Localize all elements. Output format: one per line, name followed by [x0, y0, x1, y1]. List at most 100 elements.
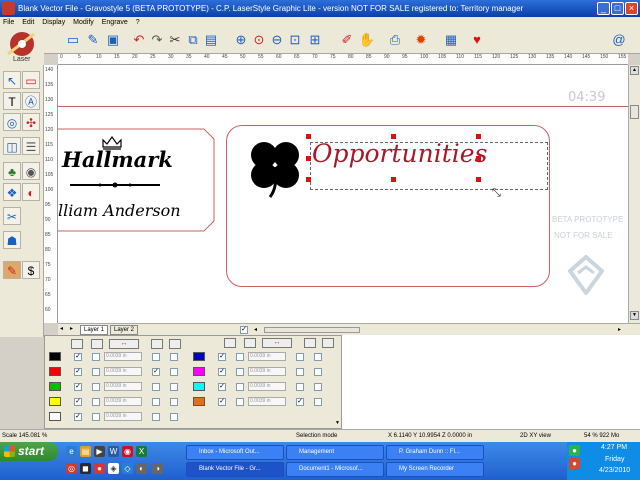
- drawing-canvas[interactable]: 04:39 Hallmark lliam Anderson Opportunit…: [58, 65, 628, 323]
- pen-checkbox[interactable]: [152, 398, 160, 406]
- pen-checkbox[interactable]: ✓: [74, 368, 82, 376]
- rectangle-tool-icon[interactable]: ▭: [22, 71, 40, 89]
- selection-handle[interactable]: [476, 177, 481, 182]
- selection-handle[interactable]: [391, 134, 396, 139]
- layer-next-icon[interactable]: ▸: [70, 325, 78, 334]
- user-tool-icon[interactable]: ☗: [3, 231, 21, 249]
- pen-checkbox[interactable]: [296, 353, 304, 361]
- zoom-page-icon[interactable]: ⊡: [286, 31, 304, 49]
- redo-icon[interactable]: ↷: [148, 31, 166, 49]
- pen-color-swatch[interactable]: [49, 352, 61, 361]
- pen-checkbox[interactable]: ✓: [218, 383, 226, 391]
- selection-handle[interactable]: [306, 134, 311, 139]
- task-pgrahamdunn[interactable]: P. Graham Dunn :: Fl...: [386, 445, 484, 460]
- scroll-up-icon[interactable]: ▲: [630, 66, 639, 75]
- heart-icon[interactable]: ♥: [468, 31, 486, 49]
- pen-checkbox[interactable]: [170, 353, 178, 361]
- pen-width-input[interactable]: 0.0039 in: [248, 382, 286, 391]
- pen-width-input[interactable]: 0.0039 in: [248, 397, 286, 406]
- eye-tool-icon[interactable]: ◐: [22, 183, 40, 201]
- pen-checkbox[interactable]: [152, 413, 160, 421]
- media-icon[interactable]: ▶: [94, 446, 105, 457]
- pen-checkbox[interactable]: [296, 383, 304, 391]
- pen-checkbox[interactable]: ✓: [74, 413, 82, 421]
- cut-icon[interactable]: ✂: [166, 31, 184, 49]
- pen-checkbox[interactable]: ✓: [74, 383, 82, 391]
- pen-checkbox[interactable]: [92, 353, 100, 361]
- pen-checkbox[interactable]: [170, 368, 178, 376]
- pen-checkbox[interactable]: [92, 413, 100, 421]
- properties-icon[interactable]: ▦: [442, 31, 460, 49]
- pen-color-swatch[interactable]: [193, 397, 205, 406]
- excel-icon[interactable]: X: [136, 446, 147, 457]
- pen-checkbox[interactable]: [92, 368, 100, 376]
- node-edit-icon[interactable]: ◫: [3, 137, 21, 155]
- menu-edit[interactable]: Edit: [19, 19, 37, 26]
- paint-tool-icon[interactable]: ✎: [3, 261, 21, 279]
- pen-checkbox[interactable]: [236, 368, 244, 376]
- clover-icon[interactable]: [242, 137, 308, 199]
- printer-icon[interactable]: ⎙: [386, 31, 404, 49]
- pen-checkbox[interactable]: [92, 383, 100, 391]
- select-arrow-icon[interactable]: ↖: [3, 71, 21, 89]
- save-icon[interactable]: ▣: [104, 31, 122, 49]
- word-icon[interactable]: W: [108, 446, 119, 457]
- text-on-path-icon[interactable]: Ⓐ: [22, 92, 40, 110]
- quicklaunch-icon-7[interactable]: ◑: [152, 463, 163, 474]
- dollar-tool-icon[interactable]: $: [22, 261, 40, 279]
- pen-checkbox[interactable]: [92, 398, 100, 406]
- align-tool-icon[interactable]: ☰: [22, 137, 40, 155]
- laser-engrave-icon[interactable]: ✹: [412, 31, 430, 49]
- image-tool-icon[interactable]: ♣: [3, 162, 21, 180]
- quicklaunch-icon-4[interactable]: ◈: [108, 463, 119, 474]
- hand-pan-icon[interactable]: ✋: [358, 31, 376, 49]
- vertical-scrollbar[interactable]: ▲ ▼: [628, 65, 640, 323]
- copy-icon[interactable]: ⧉: [184, 31, 202, 49]
- cut-path-icon[interactable]: ✂: [3, 207, 21, 225]
- brush-icon[interactable]: ✐: [338, 31, 356, 49]
- task-screen-recorder[interactable]: My Screen Recorder: [386, 462, 484, 477]
- selection-handle[interactable]: [306, 156, 311, 161]
- scroll-down-icon[interactable]: ▼: [630, 311, 639, 320]
- app-icon-2[interactable]: ◉: [122, 446, 133, 457]
- close-button[interactable]: ×: [625, 2, 638, 15]
- menu-file[interactable]: File: [0, 19, 17, 26]
- zoom-selection-icon[interactable]: ⊙: [250, 31, 268, 49]
- quicklaunch-icon-3[interactable]: ●: [94, 463, 105, 474]
- pen-width-input[interactable]: 0.0039 in: [104, 352, 142, 361]
- selection-handle[interactable]: [476, 156, 481, 161]
- pen-color-swatch[interactable]: [193, 367, 205, 376]
- scroll-thumb[interactable]: [630, 105, 639, 119]
- quicklaunch-icon-6[interactable]: ◐: [136, 463, 147, 474]
- pen-checkbox[interactable]: [296, 368, 304, 376]
- selection-handle[interactable]: [306, 177, 311, 182]
- layer-prev-icon[interactable]: ◂: [60, 325, 68, 334]
- menu-display[interactable]: Display: [39, 19, 68, 26]
- pen-checkbox[interactable]: ✓: [296, 398, 304, 406]
- zoom-in-icon[interactable]: ⊕: [232, 31, 250, 49]
- pen-checkbox[interactable]: [314, 353, 322, 361]
- pen-width-input[interactable]: 0.0039 in: [248, 367, 286, 376]
- menu-modify[interactable]: Modify: [70, 19, 97, 26]
- quicklaunch-icon-1[interactable]: ◎: [66, 463, 77, 474]
- pen-width-input[interactable]: 0.0039 in: [248, 352, 286, 361]
- pen-checkbox[interactable]: ✓: [218, 398, 226, 406]
- pen-checkbox[interactable]: [170, 398, 178, 406]
- layer-visible-checkbox[interactable]: ✓: [240, 326, 248, 334]
- zoom-fit-icon[interactable]: ⊞: [306, 31, 324, 49]
- pen-checkbox[interactable]: [314, 398, 322, 406]
- camera-tool-icon[interactable]: ◉: [22, 162, 40, 180]
- zoom-out-icon[interactable]: ⊖: [268, 31, 286, 49]
- hscroll-left-icon[interactable]: ◂: [254, 326, 262, 334]
- pen-color-swatch[interactable]: [49, 382, 61, 391]
- transform-tool-icon[interactable]: ✣: [22, 113, 40, 131]
- quicklaunch-icon-2[interactable]: ◼: [80, 463, 91, 474]
- pen-color-swatch[interactable]: [193, 352, 205, 361]
- task-management[interactable]: Management: [286, 445, 384, 460]
- tab-layer-2[interactable]: Layer 2: [110, 325, 139, 335]
- pen-color-swatch[interactable]: [49, 412, 61, 421]
- task-blank-vector-file[interactable]: Blank Vector File - Gr...: [186, 462, 284, 477]
- undo-icon[interactable]: ↶: [130, 31, 148, 49]
- pen-width-input[interactable]: 0.0039 in: [104, 397, 142, 406]
- paste-icon[interactable]: ▤: [202, 31, 220, 49]
